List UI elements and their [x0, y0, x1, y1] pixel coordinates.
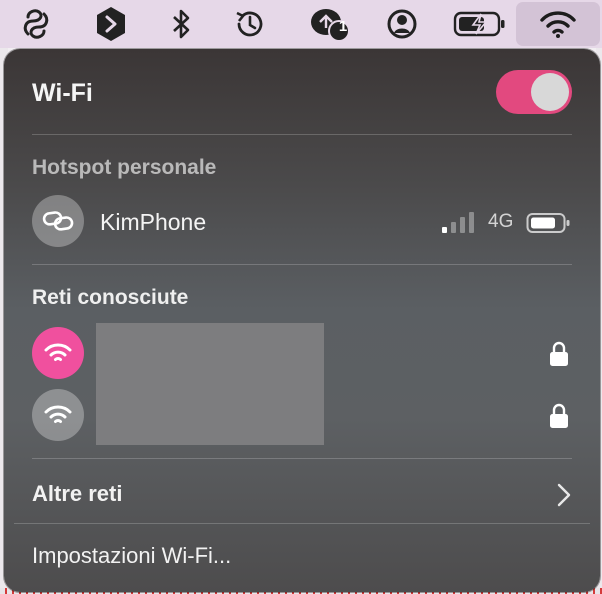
- cellular-signal-icon: [442, 212, 474, 233]
- divider: [32, 134, 572, 135]
- notification-badge-icon[interactable]: 1: [306, 4, 350, 44]
- wifi-title: Wi-Fi: [32, 79, 93, 107]
- hotspot-row-kimphone[interactable]: KimPhone 4G: [4, 193, 600, 249]
- wifi-connected-icon: [32, 327, 84, 379]
- bluetooth-icon[interactable]: [159, 4, 203, 44]
- known-networks-header: Reti conosciute: [32, 286, 189, 309]
- wifi-settings-row[interactable]: Impostazioni Wi-Fi...: [4, 531, 600, 581]
- wifi-menu-button[interactable]: [516, 2, 600, 46]
- notification-count: 1: [338, 18, 348, 35]
- network-type-label: 4G: [488, 211, 514, 232]
- other-networks-label: Altre reti: [32, 481, 123, 506]
- wifi-icon: [32, 389, 84, 441]
- lock-icon: [550, 403, 568, 428]
- cube-shield-icon[interactable]: [89, 4, 133, 44]
- wifi-settings-label: Impostazioni Wi-Fi...: [32, 543, 232, 568]
- hotspot-header: Hotspot personale: [32, 156, 217, 179]
- lock-icon: [550, 341, 568, 366]
- hotspot-link-icon: [32, 195, 84, 247]
- chevron-right-icon: [557, 483, 571, 507]
- wifi-dropdown-panel: Wi-Fi Hotspot personale KimPhone 4G Reti…: [4, 49, 600, 592]
- menu-bar: 1: [0, 0, 602, 48]
- battery-charging-icon[interactable]: [452, 4, 508, 44]
- other-networks-row[interactable]: Altre reti: [4, 469, 600, 519]
- divider: [14, 523, 590, 524]
- wifi-toggle[interactable]: [496, 70, 572, 114]
- time-machine-icon[interactable]: [228, 4, 272, 44]
- hotspot-battery-icon: [526, 213, 570, 233]
- user-account-icon[interactable]: [380, 4, 424, 44]
- redacted-network-names: [96, 323, 324, 445]
- divider: [32, 458, 572, 459]
- wifi-icon: [540, 11, 576, 38]
- hotspot-device-name: KimPhone: [100, 209, 207, 235]
- wifi-toggle-knob: [531, 73, 569, 111]
- divider: [32, 264, 572, 265]
- app-s-icon[interactable]: [14, 4, 58, 44]
